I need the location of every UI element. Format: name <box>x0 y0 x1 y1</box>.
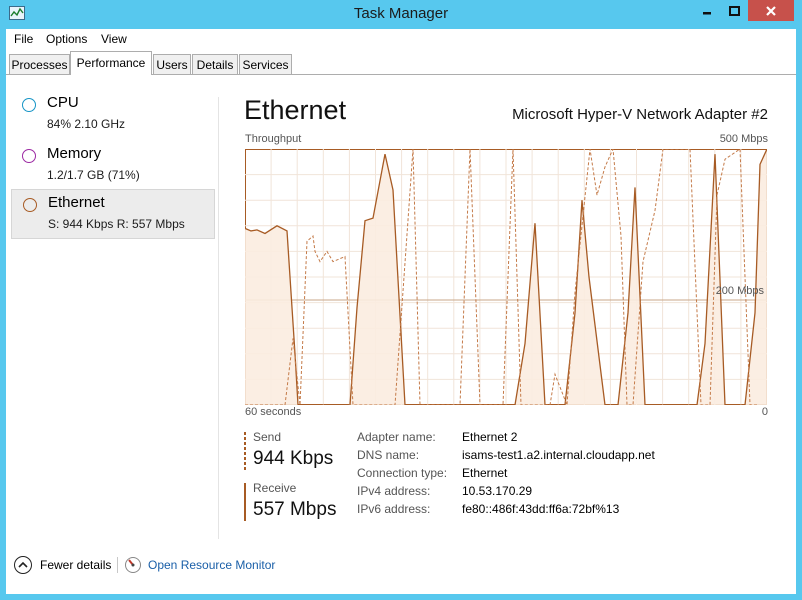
send-legend-icon <box>244 432 246 470</box>
graph-mid-label: 200 Mbps <box>715 285 764 297</box>
receive-stat: Receive 557 Mbps <box>244 481 344 523</box>
receive-label: Receive <box>253 481 297 495</box>
prop-label: Adapter name: <box>357 430 436 444</box>
resource-monitor-label: Open Resource Monitor <box>148 558 276 572</box>
prop-value: Ethernet 2 <box>462 430 518 444</box>
footer-separator <box>117 557 118 573</box>
maximize-icon <box>728 5 740 16</box>
tab-details[interactable]: Details <box>192 54 238 74</box>
memory-indicator-icon <box>22 149 36 163</box>
window-title: Task Manager <box>353 5 449 22</box>
fewer-details-label: Fewer details <box>40 558 112 572</box>
cpu-indicator-icon <box>22 98 36 112</box>
graph-grid <box>245 149 767 405</box>
menu-view[interactable]: View <box>101 32 127 46</box>
prop-label: DNS name: <box>357 448 420 462</box>
sidebar-item-subtitle: 84% 2.10 GHz <box>47 117 126 131</box>
ethernet-indicator-icon <box>23 198 37 212</box>
sidebar-item-memory[interactable]: Memory 1.2/1.7 GB (71%) <box>11 141 215 191</box>
maximize-button[interactable] <box>721 0 747 21</box>
close-button[interactable] <box>748 0 794 21</box>
menu-bar: File Options View <box>6 29 796 51</box>
receive-legend-icon <box>244 483 246 521</box>
prop-label: IPv4 address: <box>357 484 431 498</box>
throughput-graph <box>245 149 767 405</box>
send-stat: Send 944 Kbps <box>244 430 344 472</box>
graph-time-label: 60 seconds <box>245 406 302 418</box>
tab-users[interactable]: Users <box>153 54 191 74</box>
prop-value: isams-test1.a2.internal.cloudapp.net <box>462 448 655 462</box>
tab-processes[interactable]: Processes <box>9 54 70 74</box>
sidebar-item-subtitle: 1.2/1.7 GB (71%) <box>47 168 140 182</box>
resource-monitor-icon <box>125 557 141 573</box>
receive-value: 557 Mbps <box>253 499 337 520</box>
tab-performance[interactable]: Performance <box>70 51 152 75</box>
send-label: Send <box>253 430 282 444</box>
sidebar-item-title: Memory <box>47 145 102 162</box>
menu-file[interactable]: File <box>14 32 33 46</box>
minimize-button[interactable] <box>694 0 720 21</box>
client-area: File Options View Processes Performance … <box>6 29 796 594</box>
menu-options[interactable]: Options <box>46 32 87 46</box>
send-value: 944 Kbps <box>253 448 334 469</box>
prop-label: Connection type: <box>357 466 448 480</box>
minimize-icon <box>703 11 711 14</box>
prop-value: 10.53.170.29 <box>462 484 533 498</box>
page-title: Ethernet <box>244 95 347 125</box>
open-resource-monitor-link[interactable]: Open Resource Monitor <box>124 556 275 574</box>
chevron-up-icon <box>14 556 32 574</box>
tab-services[interactable]: Services <box>239 54 292 74</box>
sidebar-item-subtitle: S: 944 Kbps R: 557 Mbps <box>48 217 185 231</box>
title-bar[interactable]: Task Manager <box>0 0 802 29</box>
sidebar-divider <box>218 97 219 539</box>
fewer-details-button[interactable]: Fewer details <box>14 556 111 574</box>
prop-value: fe80::486f:43dd:ff6a:72bf%13 <box>462 502 620 516</box>
graph-label: Throughput <box>245 133 302 145</box>
adapter-title: Microsoft Hyper-V Network Adapter #2 <box>512 106 768 123</box>
sidebar-item-cpu[interactable]: CPU 84% 2.10 GHz <box>11 90 215 140</box>
prop-label: IPv6 address: <box>357 502 431 516</box>
graph-max-label: 500 Mbps <box>719 133 768 145</box>
sidebar-item-title: Ethernet <box>48 194 105 211</box>
prop-value: Ethernet <box>462 466 508 480</box>
sidebar-item-title: CPU <box>47 94 79 111</box>
close-icon <box>766 5 776 16</box>
task-manager-window: Task Manager File Options View Processes… <box>0 0 802 600</box>
sidebar-item-ethernet[interactable]: Ethernet S: 944 Kbps R: 557 Mbps <box>11 189 215 239</box>
graph-zero-label: 0 <box>761 406 768 418</box>
